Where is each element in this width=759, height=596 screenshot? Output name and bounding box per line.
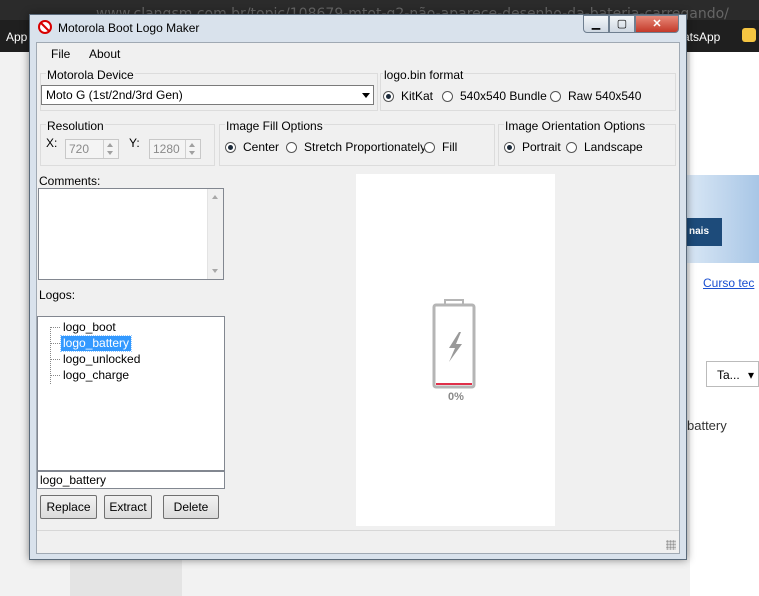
browser-footer-block xyxy=(70,560,182,596)
device-group: Motorola Device Moto G (1st/2nd/3rd Gen) xyxy=(40,68,378,111)
bookmark-icon[interactable] xyxy=(742,28,756,42)
scroll-up-icon[interactable] xyxy=(212,195,218,199)
radio-unchecked-icon xyxy=(424,141,435,153)
fill-option-label: Center xyxy=(243,140,280,154)
tree-item-label: logo_battery xyxy=(59,334,133,352)
logo-preview: 0% xyxy=(356,174,555,526)
browser-banner-button[interactable]: nais xyxy=(687,218,722,246)
resolution-y-label: Y: xyxy=(129,136,140,150)
close-button[interactable]: ✕ xyxy=(635,15,679,33)
spinner-arrows-icon[interactable] xyxy=(103,140,118,158)
radio-checked-icon xyxy=(383,90,394,102)
resize-grip-icon[interactable] xyxy=(666,540,676,550)
status-bar xyxy=(37,530,679,553)
resolution-group: Resolution X: 720 Y: 1280 xyxy=(40,119,215,166)
minimize-button[interactable]: ▁ xyxy=(583,15,609,33)
tree-item-logo-unlocked[interactable]: logo_unlocked xyxy=(50,351,142,367)
battery-percent-label: 0% xyxy=(448,391,464,403)
boot-logo-maker-window: Motorola Boot Logo Maker ▁ ▢ ✕ File Abou… xyxy=(29,14,687,560)
format-radio-kitkat[interactable]: KitKat xyxy=(383,89,433,103)
title-bar[interactable]: Motorola Boot Logo Maker ▁ ▢ ✕ xyxy=(30,15,686,41)
orientation-radio-landscape[interactable]: Landscape xyxy=(566,140,643,154)
fill-radio-fill[interactable]: Fill xyxy=(424,140,457,154)
orientation-option-label: Landscape xyxy=(584,140,643,154)
battery-preview-image: 0% xyxy=(432,299,476,403)
resolution-group-label: Resolution xyxy=(46,119,105,133)
chevron-down-icon xyxy=(362,93,370,98)
fill-option-label: Stretch Proportionately xyxy=(304,140,427,154)
resolution-x-value: 720 xyxy=(69,142,90,156)
window-client-area: File About Motorola Device Moto G (1st/2… xyxy=(36,42,680,554)
extract-button[interactable]: Extract xyxy=(104,495,152,519)
tree-item-label: logo_charge xyxy=(63,367,130,382)
orientation-radio-portrait[interactable]: Portrait xyxy=(504,140,561,154)
browser-link-text[interactable]: Curso tec xyxy=(703,276,754,290)
format-group-label: logo.bin format xyxy=(383,68,465,82)
tree-item-label: logo_boot xyxy=(63,319,116,334)
browser-tab-button-arrow: ▾ xyxy=(747,368,754,382)
menu-about[interactable]: About xyxy=(89,47,120,61)
tree-item-logo-battery[interactable]: logo_battery xyxy=(50,334,133,352)
browser-tab-button-label: Ta... xyxy=(717,368,740,382)
fill-option-label: Fill xyxy=(442,140,458,154)
menu-file[interactable]: File xyxy=(51,47,70,61)
resolution-x-input[interactable]: 720 xyxy=(65,139,119,159)
battery-level-fill xyxy=(436,383,472,385)
radio-unchecked-icon xyxy=(566,141,577,153)
fill-radio-stretch[interactable]: Stretch Proportionately xyxy=(286,140,426,154)
format-radio-raw-540[interactable]: Raw 540x540 xyxy=(550,89,641,103)
delete-button[interactable]: Delete xyxy=(163,495,219,519)
tree-item-label: logo_unlocked xyxy=(63,351,141,366)
format-option-label: Raw 540x540 xyxy=(568,89,642,103)
tree-item-logo-boot[interactable]: logo_boot xyxy=(50,319,118,335)
orientation-group: Image Orientation Options Portrait Lands… xyxy=(498,119,676,166)
app-icon xyxy=(38,20,52,34)
radio-unchecked-icon xyxy=(550,90,561,102)
logos-label: Logos: xyxy=(39,288,76,302)
browser-body-text: battery xyxy=(687,418,727,433)
comments-label: Comments: xyxy=(39,174,101,188)
radio-unchecked-icon xyxy=(286,141,297,153)
bookmark-whatsapp[interactable]: atsApp xyxy=(683,30,720,44)
fill-radio-center[interactable]: Center xyxy=(225,140,279,154)
bookmark-apps[interactable]: App xyxy=(6,30,27,44)
orientation-option-label: Portrait xyxy=(522,140,561,154)
comments-scrollbar[interactable] xyxy=(207,189,223,279)
maximize-button[interactable]: ▢ xyxy=(609,15,635,33)
device-select-value: Moto G (1st/2nd/3rd Gen) xyxy=(46,88,183,102)
logo-name-value: logo_battery xyxy=(40,473,107,487)
format-radio-540-bundle[interactable]: 540x540 Bundle xyxy=(442,89,547,103)
comments-textarea[interactable] xyxy=(38,188,224,280)
tree-item-logo-charge[interactable]: logo_charge xyxy=(50,367,131,383)
device-group-label: Motorola Device xyxy=(46,68,135,82)
fill-group-label: Image Fill Options xyxy=(225,119,324,133)
window-title: Motorola Boot Logo Maker xyxy=(58,21,200,35)
browser-page-column xyxy=(690,52,759,596)
scroll-down-icon[interactable] xyxy=(212,269,218,273)
format-option-label: 540x540 Bundle xyxy=(460,89,547,103)
radio-unchecked-icon xyxy=(442,90,453,102)
fill-group: Image Fill Options Center Stretch Propor… xyxy=(219,119,495,166)
spinner-arrows-icon[interactable] xyxy=(185,140,200,158)
radio-checked-icon xyxy=(504,141,515,153)
browser-link[interactable]: Curso tec xyxy=(687,276,759,290)
browser-tab-button[interactable]: Ta... ▾ xyxy=(706,361,759,387)
resolution-x-label: X: xyxy=(46,136,58,150)
orientation-group-label: Image Orientation Options xyxy=(504,119,647,133)
format-group: logo.bin format KitKat 540x540 Bundle Ra… xyxy=(380,68,676,111)
radio-checked-icon xyxy=(225,141,236,153)
resolution-y-input[interactable]: 1280 xyxy=(149,139,201,159)
logo-name-input[interactable]: logo_battery xyxy=(37,471,225,489)
menu-bar: File About xyxy=(37,43,679,65)
device-select[interactable]: Moto G (1st/2nd/3rd Gen) xyxy=(41,85,374,105)
resolution-y-value: 1280 xyxy=(153,142,180,156)
replace-button[interactable]: Replace xyxy=(40,495,97,519)
format-option-label: KitKat xyxy=(401,89,434,103)
logos-tree[interactable]: logo_boot logo_battery logo_unlocked log… xyxy=(37,316,225,471)
